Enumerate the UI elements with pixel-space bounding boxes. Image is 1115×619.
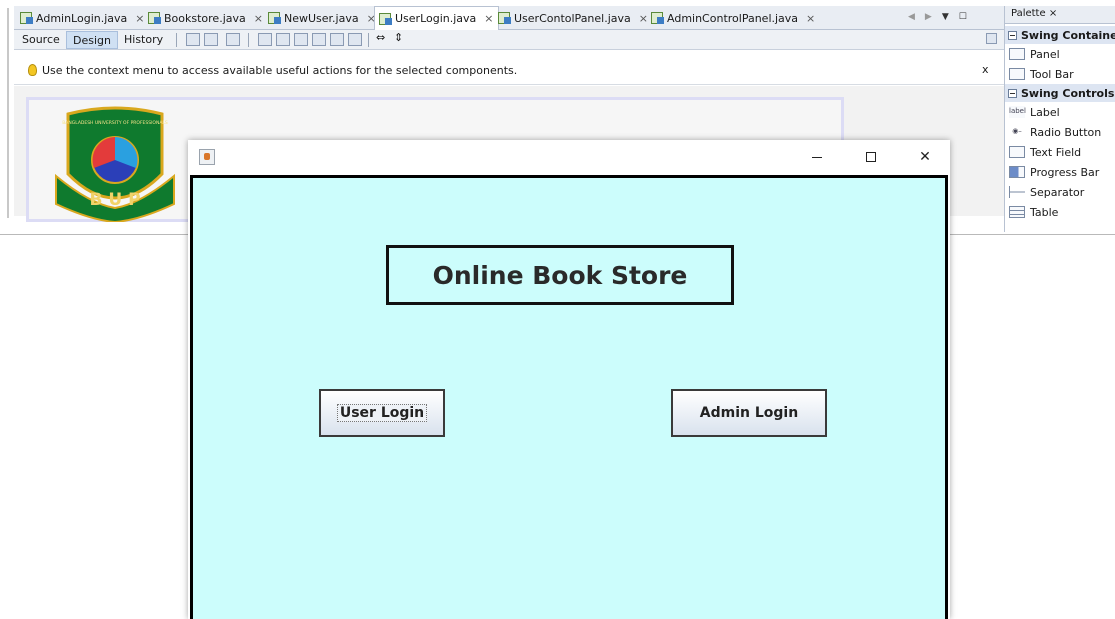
tab-navigation: ◀ ▶ ▼ ☐: [908, 6, 1004, 28]
text-field-icon: [1009, 146, 1025, 158]
palette-item-label: Label: [1030, 105, 1060, 119]
java-file-icon: [268, 12, 281, 24]
toolbar-divider: [248, 33, 249, 47]
logo-caption: BANGLADESH UNIVERSITY OF PROFESSIONALS: [62, 120, 168, 126]
palette-category-swing-controls[interactable]: Swing Controls: [1005, 84, 1115, 102]
user-login-button[interactable]: User Login: [319, 389, 445, 437]
design-view-button[interactable]: Design: [66, 31, 118, 49]
tab-userlogin[interactable]: UserLogin.java ×: [374, 6, 499, 30]
toolbar-divider: [368, 33, 369, 47]
tab-close-icon[interactable]: ×: [806, 12, 815, 25]
minimize-button[interactable]: [794, 140, 840, 174]
palette-item-label: Text Field: [1030, 145, 1082, 159]
close-button[interactable]: ✕: [902, 140, 948, 174]
category-label: Swing Containe: [1021, 28, 1115, 42]
palette-item-label: Separator: [1030, 185, 1085, 199]
palette-item-label: Panel: [1030, 47, 1060, 61]
tab-close-icon[interactable]: ×: [254, 12, 263, 25]
tab-newuser[interactable]: NewUser.java ×: [264, 6, 380, 30]
java-file-icon: [20, 12, 33, 24]
toolbar-icon: [1009, 68, 1025, 80]
palette-item-radio-button[interactable]: ◉– Radio Button: [1005, 122, 1115, 142]
java-file-icon: [498, 12, 511, 24]
history-view-button[interactable]: History: [118, 31, 169, 49]
palette-item-label: Table: [1030, 205, 1059, 219]
align-left-icon[interactable]: [258, 33, 272, 46]
window-content-panel: Online Book Store User Login Admin Login: [190, 175, 948, 619]
java-app-icon: [199, 149, 215, 165]
design-toolbar: Source Design History ⇔ ⇕: [14, 30, 1004, 50]
palette-panel: Palette × Swing Containe Panel Tool Bar …: [1004, 6, 1115, 232]
palette-item-tool-bar[interactable]: Tool Bar: [1005, 64, 1115, 84]
hint-text: Use the context menu to access available…: [42, 64, 518, 77]
align-bottom-icon[interactable]: [330, 33, 344, 46]
palette-item-panel[interactable]: Panel: [1005, 44, 1115, 64]
user-login-label: User Login: [336, 404, 428, 422]
window-title-bar[interactable]: ✕: [188, 140, 950, 174]
separator-icon: [1009, 186, 1025, 198]
palette-header: Palette ×: [1005, 6, 1115, 24]
online-book-store-window: ✕ Online Book Store User Login Admin Log…: [188, 140, 950, 619]
palette-title[interactable]: Palette ×: [1011, 8, 1057, 19]
category-label: Swing Controls: [1021, 86, 1115, 100]
grid-toggle-icon[interactable]: [986, 33, 997, 44]
bup-logo: BANGLADESH UNIVERSITY OF PROFESSIONALS B…: [55, 106, 175, 222]
hint-bar: Use the context menu to access available…: [14, 57, 1004, 85]
palette-item-text-field[interactable]: Text Field: [1005, 142, 1115, 162]
collapse-icon[interactable]: [1008, 88, 1017, 98]
tab-label: UserLogin.java: [395, 12, 477, 25]
editor-tab-bar: AdminLogin.java × Bookstore.java × NewUs…: [14, 6, 1004, 30]
table-icon: [1009, 206, 1025, 218]
scroll-left-icon[interactable]: ◀: [908, 12, 915, 22]
palette-item-table[interactable]: Table: [1005, 202, 1115, 222]
tab-label: UserContolPanel.java: [514, 11, 631, 25]
tab-admincontrolpanel[interactable]: AdminControlPanel.java ×: [647, 6, 819, 30]
label-icon: label: [1009, 106, 1026, 118]
logo-letters: B U P: [89, 190, 140, 210]
toolbar-divider: [176, 33, 177, 47]
align-right-icon[interactable]: [276, 33, 290, 46]
source-view-button[interactable]: Source: [16, 31, 66, 49]
maximize-editor-icon[interactable]: ☐: [959, 12, 967, 22]
collapse-icon[interactable]: [1008, 30, 1017, 40]
maximize-button[interactable]: [848, 140, 894, 174]
align-top-icon[interactable]: [312, 33, 326, 46]
palette-item-label: Radio Button: [1030, 125, 1102, 139]
radio-button-icon: ◉–: [1012, 127, 1022, 135]
palette-item-separator[interactable]: Separator: [1005, 182, 1115, 202]
connection-mode-icon[interactable]: [204, 33, 218, 46]
preview-design-icon[interactable]: [226, 33, 240, 46]
align-baseline-icon[interactable]: [348, 33, 362, 46]
tab-label: NewUser.java: [284, 11, 359, 25]
java-file-icon: [651, 12, 664, 24]
tab-label: Bookstore.java: [164, 11, 246, 25]
java-file-icon: [379, 12, 392, 25]
palette-item-label: Progress Bar: [1030, 165, 1100, 179]
palette-item-label: Tool Bar: [1030, 67, 1074, 81]
vertical-resize-icon[interactable]: ⇕: [394, 31, 408, 44]
editor-left-border: [7, 8, 9, 218]
panel-icon: [1009, 48, 1025, 60]
tab-usercontolpanel[interactable]: UserContolPanel.java ×: [494, 6, 652, 30]
tab-bookstore[interactable]: Bookstore.java ×: [144, 6, 267, 30]
admin-login-button[interactable]: Admin Login: [671, 389, 827, 437]
lightbulb-icon: [28, 64, 37, 76]
align-center-icon[interactable]: [294, 33, 308, 46]
page-title: Online Book Store: [386, 245, 734, 305]
java-file-icon: [148, 12, 161, 24]
selection-mode-icon[interactable]: [186, 33, 200, 46]
tab-adminlogin[interactable]: AdminLogin.java ×: [16, 6, 149, 30]
horizontal-resize-icon[interactable]: ⇔: [376, 31, 390, 44]
palette-item-label[interactable]: label Label: [1005, 102, 1115, 122]
hint-close-button[interactable]: x: [982, 63, 989, 76]
scroll-right-icon[interactable]: ▶: [925, 12, 932, 22]
palette-item-progress-bar[interactable]: Progress Bar: [1005, 162, 1115, 182]
tab-label: AdminControlPanel.java: [667, 11, 799, 25]
tab-list-dropdown-icon[interactable]: ▼: [942, 12, 949, 22]
tab-label: AdminLogin.java: [36, 11, 128, 25]
palette-category-swing-containers[interactable]: Swing Containe: [1005, 26, 1115, 44]
progress-bar-icon: [1009, 166, 1025, 178]
tab-close-icon[interactable]: ×: [484, 12, 493, 25]
